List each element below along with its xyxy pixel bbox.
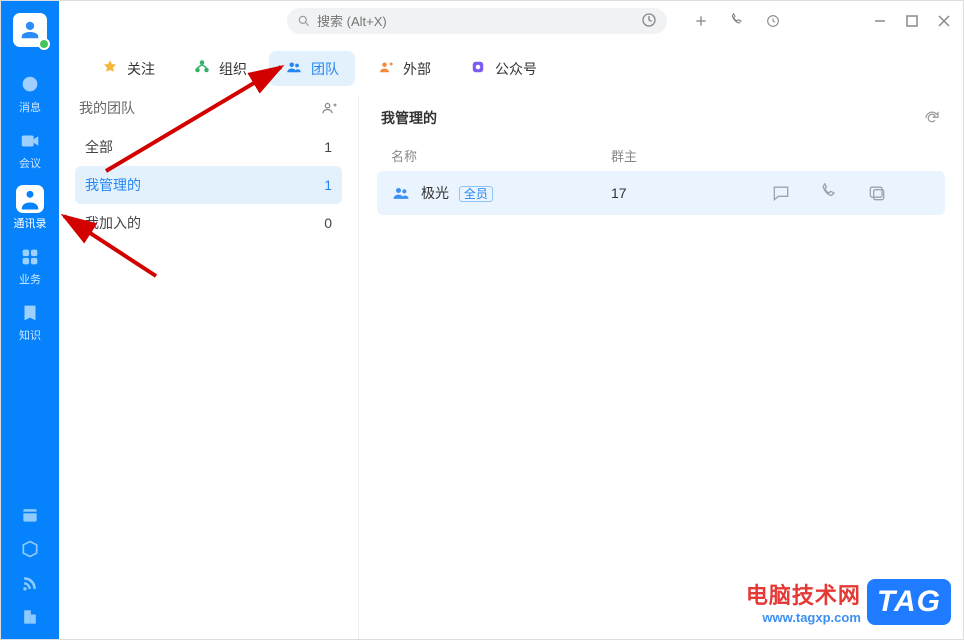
tabs: 关注 组织 团队 外部 公众号 bbox=[59, 41, 963, 96]
tab-label: 外部 bbox=[403, 59, 431, 79]
screen-icon[interactable] bbox=[867, 183, 887, 203]
team-icon bbox=[285, 58, 303, 79]
tab-label: 关注 bbox=[127, 59, 155, 79]
tab-label: 公众号 bbox=[495, 59, 537, 79]
nav-meeting[interactable]: 会议 bbox=[1, 123, 59, 179]
close-button[interactable] bbox=[937, 14, 951, 28]
chat-icon[interactable] bbox=[771, 183, 791, 203]
col-name-label: 名称 bbox=[391, 146, 611, 165]
tab-team[interactable]: 团队 bbox=[269, 51, 355, 86]
topbar bbox=[59, 1, 963, 41]
search-box[interactable] bbox=[287, 8, 667, 34]
tab-org[interactable]: 组织 bbox=[177, 51, 263, 86]
refresh-icon[interactable] bbox=[923, 109, 941, 127]
minimize-button[interactable] bbox=[873, 14, 887, 28]
group-icon bbox=[391, 183, 411, 203]
avatar[interactable] bbox=[13, 13, 47, 47]
team-badge: 全员 bbox=[459, 186, 493, 202]
cube-icon[interactable] bbox=[20, 539, 40, 559]
left-rail: 消息 会议 通讯录 业务 知识 bbox=[1, 1, 59, 639]
search-input[interactable] bbox=[317, 14, 635, 29]
tab-public[interactable]: 公众号 bbox=[453, 51, 553, 86]
building-icon[interactable] bbox=[20, 607, 40, 627]
rss-icon[interactable] bbox=[20, 573, 40, 593]
watermark-badge: TAG bbox=[867, 579, 951, 625]
team-name: 极光 bbox=[421, 185, 449, 201]
nav-messages[interactable]: 消息 bbox=[1, 67, 59, 123]
filter-count: 0 bbox=[324, 215, 332, 231]
filter-label: 全部 bbox=[85, 137, 113, 157]
nav-label: 业务 bbox=[19, 271, 41, 287]
team-owner: 17 bbox=[611, 185, 771, 201]
watermark-url: www.tagxp.com bbox=[746, 610, 861, 625]
org-icon bbox=[193, 58, 211, 79]
filter-count: 1 bbox=[324, 177, 332, 193]
col-owner-label: 群主 bbox=[611, 146, 771, 165]
tab-label: 组织 bbox=[219, 59, 247, 79]
maximize-button[interactable] bbox=[905, 14, 919, 28]
call-icon[interactable] bbox=[819, 183, 839, 203]
nav-label: 消息 bbox=[19, 99, 41, 115]
filter-label: 我管理的 bbox=[85, 175, 141, 195]
phone-icon[interactable] bbox=[729, 13, 745, 29]
external-icon bbox=[377, 58, 395, 79]
left-column: 我的团队 全部 1 我管理的 1 我加入的 0 bbox=[59, 96, 359, 639]
nav-label: 会议 bbox=[19, 155, 41, 171]
add-person-icon[interactable] bbox=[320, 99, 338, 117]
tab-external[interactable]: 外部 bbox=[361, 51, 447, 86]
filter-managed[interactable]: 我管理的 1 bbox=[75, 166, 342, 204]
calendar-icon[interactable] bbox=[20, 505, 40, 525]
leftcol-title: 我的团队 bbox=[79, 98, 135, 118]
nav-label: 知识 bbox=[19, 327, 41, 343]
table-header: 名称 群主 bbox=[377, 140, 945, 171]
section-title: 我管理的 bbox=[381, 108, 437, 128]
watermark-title: 电脑技术网 bbox=[746, 578, 861, 610]
right-column: 我管理的 名称 群主 极光 全员 17 bbox=[359, 96, 963, 639]
public-icon bbox=[469, 58, 487, 79]
history-icon[interactable] bbox=[641, 12, 657, 31]
tab-follow[interactable]: 关注 bbox=[85, 51, 171, 86]
clock-icon[interactable] bbox=[765, 13, 781, 29]
tab-label: 团队 bbox=[311, 59, 339, 79]
nav-business[interactable]: 业务 bbox=[1, 239, 59, 295]
nav-label: 通讯录 bbox=[14, 215, 47, 231]
filter-joined[interactable]: 我加入的 0 bbox=[75, 204, 342, 242]
star-icon bbox=[101, 58, 119, 79]
nav-knowledge[interactable]: 知识 bbox=[1, 295, 59, 351]
filter-count: 1 bbox=[324, 139, 332, 155]
table-row[interactable]: 极光 全员 17 bbox=[377, 171, 945, 215]
watermark: 电脑技术网 www.tagxp.com TAG bbox=[746, 578, 951, 625]
filter-all[interactable]: 全部 1 bbox=[75, 128, 342, 166]
nav-contacts[interactable]: 通讯录 bbox=[1, 179, 59, 239]
filter-label: 我加入的 bbox=[85, 213, 141, 233]
search-icon bbox=[297, 14, 311, 28]
plus-icon[interactable] bbox=[693, 13, 709, 29]
status-indicator bbox=[38, 38, 50, 50]
